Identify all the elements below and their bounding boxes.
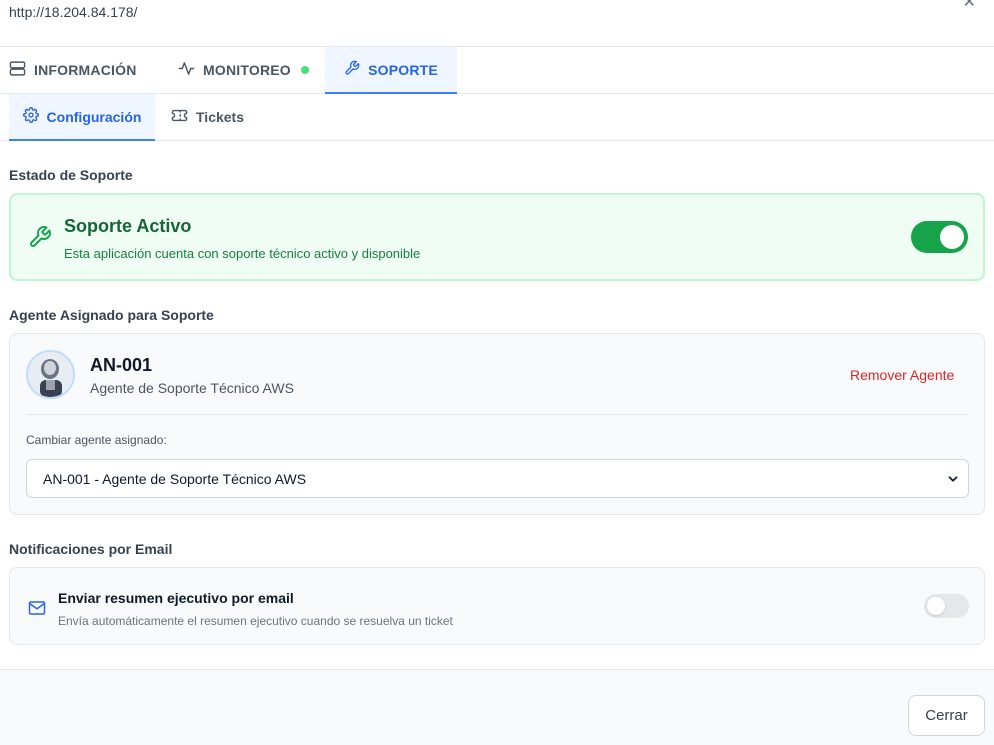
tab-monitoreo[interactable]: MONITOREO: [178, 47, 309, 93]
support-toggle[interactable]: [911, 221, 968, 253]
url-bar: http://18.204.84.178/ ✕: [0, 0, 994, 47]
support-description: Esta aplicación cuenta con soporte técni…: [64, 246, 421, 261]
agent-select-value: AN-001 - Agente de Soporte Técnico AWS: [43, 470, 307, 487]
main-tabs: INFORMACIÓN MONITOREO SOPORTE: [0, 47, 994, 94]
tab-configuracion[interactable]: Configuración: [9, 94, 155, 141]
support-title: Soporte Activo: [64, 216, 192, 236]
agent-role: Agente de Soporte Técnico AWS: [90, 380, 294, 396]
close-button[interactable]: Cerrar: [908, 695, 985, 736]
activity-icon: [178, 60, 195, 80]
tab-tickets-label: Tickets: [196, 109, 244, 125]
divider: [26, 414, 969, 415]
close-icon[interactable]: ✕: [963, 0, 976, 12]
tab-informacion[interactable]: INFORMACIÓN: [9, 47, 137, 93]
wrench-icon: [344, 60, 360, 79]
server-icon: [9, 60, 26, 80]
toggle-knob: [927, 597, 945, 615]
avatar: [26, 350, 75, 399]
agent-card: AN-001 Agente de Soporte Técnico AWS Rem…: [9, 333, 985, 515]
notification-description: Envía automáticamente el resumen ejecuti…: [58, 614, 453, 628]
remove-agent-button[interactable]: Remover Agente: [850, 367, 954, 383]
tab-monitoreo-label: MONITOREO: [203, 62, 291, 78]
modal-footer: Cerrar: [0, 669, 994, 745]
agent-select[interactable]: AN-001 - Agente de Soporte Técnico AWS: [26, 459, 969, 498]
support-status-card: Soporte Activo Esta aplicación cuenta co…: [9, 193, 985, 281]
tab-soporte[interactable]: SOPORTE: [325, 47, 457, 94]
section-label-estado: Estado de Soporte: [9, 167, 133, 183]
url-text: http://18.204.84.178/: [9, 4, 138, 20]
tab-tickets[interactable]: Tickets: [171, 94, 244, 140]
section-label-notificaciones: Notificaciones por Email: [9, 541, 173, 557]
gear-icon: [22, 107, 39, 126]
email-toggle[interactable]: [924, 594, 969, 618]
tab-configuracion-label: Configuración: [46, 108, 142, 125]
agent-name: AN-001: [90, 355, 153, 375]
notification-card: Enviar resumen ejecutivo por email Envía…: [9, 567, 985, 645]
ticket-icon: [171, 107, 188, 127]
mail-icon: [27, 599, 47, 622]
section-label-agente: Agente Asignado para Soporte: [9, 307, 214, 323]
toggle-knob: [940, 225, 964, 249]
wrench-icon: [28, 225, 52, 254]
notification-title: Enviar resumen ejecutivo por email: [58, 590, 294, 606]
chevron-down-icon: [946, 472, 960, 489]
change-agent-label: Cambiar agente asignado:: [26, 433, 167, 447]
tab-informacion-label: INFORMACIÓN: [34, 62, 137, 78]
sub-tabs: Configuración Tickets: [0, 94, 994, 141]
status-dot: [300, 66, 309, 74]
tab-soporte-label: SOPORTE: [368, 61, 438, 78]
